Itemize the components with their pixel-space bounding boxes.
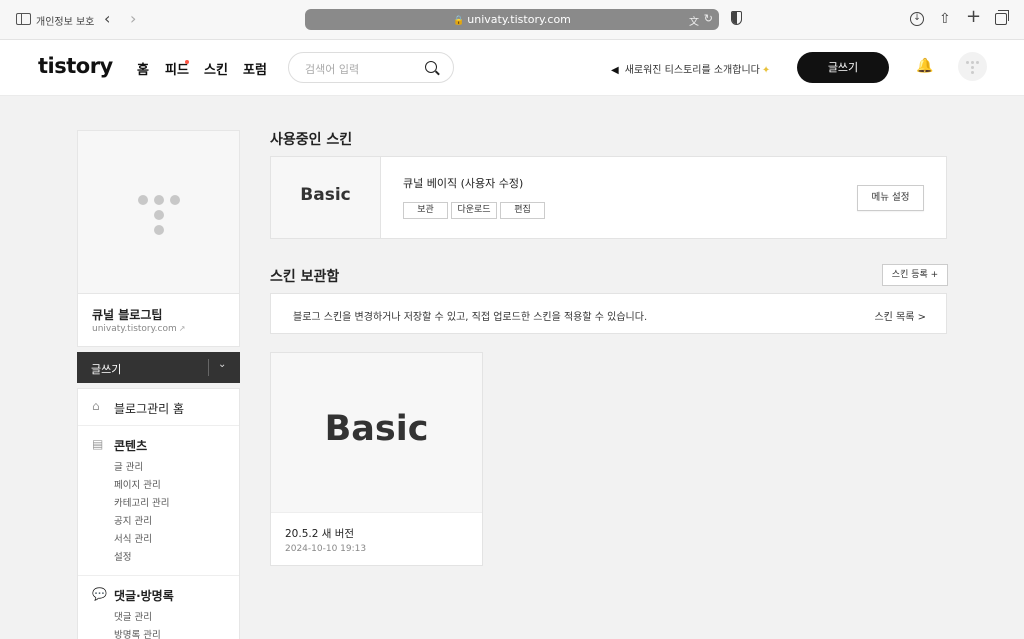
notice-text: 새로워진 티스토리를 소개합니다 [624, 65, 760, 76]
stored-skin-thumbnail[interactable]: Basic [271, 353, 482, 513]
skin-list-link[interactable]: 스킨 목록 > [874, 308, 926, 323]
external-link-icon[interactable]: ↗ [179, 324, 186, 333]
privacy-label[interactable]: 개인정보 보호 [36, 13, 94, 28]
register-skin-button[interactable]: 스킨 등록 + [882, 264, 948, 286]
feed-new-dot [185, 60, 189, 64]
sidebar-item-guestbook[interactable]: 방명록 관리 [114, 627, 161, 639]
nav-skin[interactable]: 스킨 [204, 59, 228, 78]
sidebar-section-contents: ▤ 콘텐츠 글 관리 페이지 관리 카테고리 관리 공지 관리 서식 관리 설정 [78, 426, 239, 576]
sidebar-write-label: 글쓰기 [91, 363, 122, 376]
site-header: tistory 홈 피드 스킨 포럼 검색어 입력 ◀ 새로워진 티스토리를 소개… [0, 40, 1024, 96]
download-button[interactable]: 다운로드 [451, 202, 497, 219]
chevron-down-icon[interactable]: ⌄ [218, 359, 226, 370]
tistory-logo[interactable]: tistory [38, 54, 113, 78]
download-icon[interactable]: ↓ [910, 12, 924, 26]
divider [208, 359, 209, 376]
nav-forum[interactable]: 포럼 [243, 59, 267, 78]
search-input[interactable]: 검색어 입력 [288, 52, 454, 83]
new-tab-icon[interactable]: + [966, 8, 981, 26]
nav-home[interactable]: 홈 [137, 59, 149, 78]
tabs-overview-icon[interactable] [995, 10, 1009, 25]
sidebar-item-posts[interactable]: 글 관리 [114, 459, 143, 473]
blog-profile-image[interactable] [78, 131, 239, 294]
speaker-icon: ◀ [611, 65, 619, 76]
sidebar-item-categories[interactable]: 카테고리 관리 [114, 495, 169, 509]
url-text: univaty.tistory.com [467, 13, 571, 26]
sidebar-item-notices[interactable]: 공지 관리 [114, 513, 152, 527]
stored-skin-date: 2024-10-10 19:13 [285, 544, 367, 554]
forward-icon[interactable]: › [130, 9, 136, 29]
sidebar-item-pages[interactable]: 페이지 관리 [114, 477, 161, 491]
write-button[interactable]: 글쓰기 [797, 52, 889, 83]
skin-storage-title: 스킨 보관함 [270, 269, 340, 285]
sidebar-item-home[interactable]: ⌂ 블로그관리 홈 [78, 389, 239, 426]
lock-icon: 🔒 [453, 16, 465, 26]
using-skin-title: 사용중인 스킨 [270, 132, 353, 148]
blog-url[interactable]: univaty.tistory.com [92, 324, 177, 334]
sidebar-section-contents-title[interactable]: 콘텐츠 [114, 437, 147, 454]
notice-link[interactable]: ◀ 새로워진 티스토리를 소개합니다 ✦ [611, 61, 770, 76]
house-icon: ⌂ [92, 399, 100, 413]
archive-button[interactable]: 보관 [403, 202, 448, 219]
current-skin-thumbnail-text: Basic [300, 185, 351, 205]
sidebar-section-comments: 💬 댓글·방명록 댓글 관리 방명록 관리 [78, 576, 239, 639]
stored-skin-thumbnail-text: Basic [324, 409, 429, 449]
reload-icon[interactable]: ↻ [704, 12, 713, 25]
blog-profile: 큐널 블로그팁 univaty.tistory.com ↗ [77, 130, 240, 347]
speech-bubble-icon: 💬 [92, 587, 107, 601]
current-skin-name: 큐널 베이직 (사용자 수정) [403, 177, 524, 190]
sidebar-item-comments[interactable]: 댓글 관리 [114, 609, 152, 623]
search-icon[interactable] [425, 61, 437, 73]
translate-icon[interactable]: 文 [689, 13, 699, 28]
sidebar-item-home-label: 블로그관리 홈 [114, 402, 185, 416]
sidebar-item-templates[interactable]: 서식 관리 [114, 531, 152, 545]
browser-toolbar: 개인정보 보호 ‹ › 🔒 univaty.tistory.com 文 ↻ ↓ ⇧… [0, 0, 1024, 40]
stored-skin-version: 20.5.2 새 버전 [285, 528, 355, 540]
share-icon[interactable]: ⇧ [939, 10, 951, 28]
address-bar[interactable]: 🔒 univaty.tistory.com 文 ↻ [305, 9, 719, 30]
bell-icon[interactable]: 🔔 [916, 58, 933, 74]
back-icon[interactable]: ‹ [104, 9, 110, 29]
sparkle-icon: ✦ [761, 65, 771, 76]
current-skin-panel: Basic 큐널 베이직 (사용자 수정) 보관 다운로드 편집 메뉴 설정 [270, 156, 947, 239]
menu-setting-button[interactable]: 메뉴 설정 [857, 185, 924, 211]
search-placeholder: 검색어 입력 [305, 63, 360, 76]
blog-name[interactable]: 큐널 블로그팁 [92, 306, 162, 323]
current-skin-thumbnail: Basic [271, 157, 381, 238]
document-icon: ▤ [92, 437, 104, 451]
skin-info-text: 블로그 스킨을 변경하거나 저장할 수 있고, 직접 업로드한 스킨을 적용할 … [293, 312, 648, 323]
skin-info-bar: 블로그 스킨을 변경하거나 저장할 수 있고, 직접 업로드한 스킨을 적용할 … [270, 293, 947, 334]
sidebar-menu: ⌂ 블로그관리 홈 ▤ 콘텐츠 글 관리 페이지 관리 카테고리 관리 공지 관… [77, 388, 240, 639]
stored-skin-card[interactable]: Basic 20.5.2 새 버전 2024-10-10 19:13 [270, 352, 483, 566]
sidebar-write-button[interactable]: 글쓰기 ⌄ [77, 352, 240, 383]
sidebar-toggle-icon[interactable] [16, 13, 31, 25]
shield-icon[interactable] [731, 11, 742, 25]
edit-button[interactable]: 편집 [500, 202, 545, 219]
sidebar-item-settings[interactable]: 설정 [114, 549, 131, 563]
avatar[interactable] [958, 52, 987, 81]
sidebar-section-comments-title[interactable]: 댓글·방명록 [114, 587, 174, 604]
